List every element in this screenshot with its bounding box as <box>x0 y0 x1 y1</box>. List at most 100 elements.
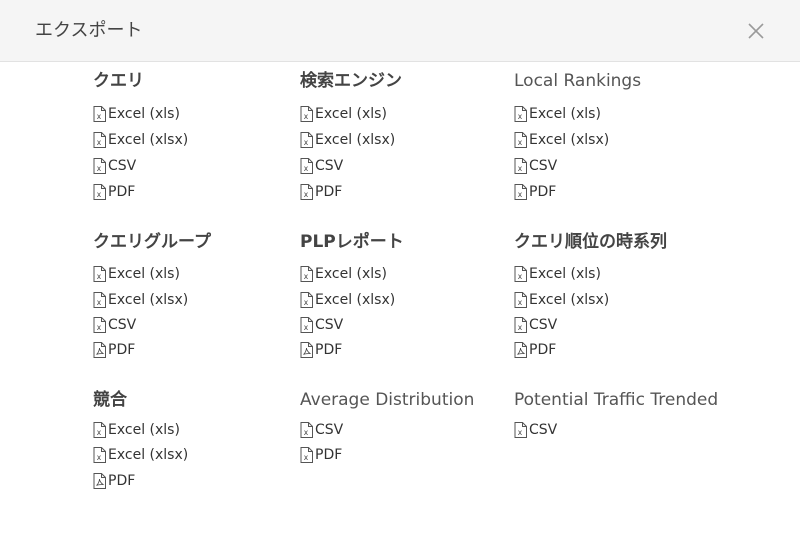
link-label: PDF <box>529 184 557 200</box>
link-csv[interactable]: x CSV <box>93 156 136 176</box>
csv-file-icon: x <box>93 158 106 174</box>
close-button[interactable] <box>744 19 768 43</box>
section-title: 検索エンジン <box>300 71 402 91</box>
link-csv[interactable]: x CSV <box>300 156 343 176</box>
excel-file-icon: x <box>93 132 106 148</box>
excel-file-icon: x <box>93 266 106 282</box>
link-excel-xlsx[interactable]: x Excel (xlsx) <box>300 130 395 150</box>
excel-file-icon: x <box>514 292 527 308</box>
link-excel-xls[interactable]: x Excel (xls) <box>93 264 180 284</box>
excel-file-icon: x <box>300 266 313 282</box>
link-excel-xlsx[interactable]: x Excel (xlsx) <box>93 445 188 465</box>
link-label: Excel (xlsx) <box>108 447 189 463</box>
csv-file-icon: x <box>514 422 527 438</box>
link-excel-xlsx[interactable]: x Excel (xlsx) <box>300 290 395 310</box>
link-label: Excel (xlsx) <box>315 132 396 148</box>
link-label: Excel (xls) <box>108 106 180 122</box>
dialog-header: エクスポート <box>0 0 800 62</box>
link-csv[interactable]: x CSV <box>514 420 557 440</box>
svg-text:x: x <box>304 428 309 437</box>
link-excel-xls[interactable]: x Excel (xls) <box>514 264 601 284</box>
link-pdf[interactable]: x PDF <box>300 445 342 465</box>
svg-text:x: x <box>97 190 102 199</box>
link-excel-xls[interactable]: x Excel (xls) <box>93 420 180 440</box>
pdf-file-icon <box>93 473 106 489</box>
link-label: Excel (xlsx) <box>315 292 396 308</box>
link-excel-xls[interactable]: x Excel (xls) <box>300 104 387 124</box>
excel-file-icon: x <box>514 266 527 282</box>
link-label: Excel (xlsx) <box>529 292 610 308</box>
section-title: PLPレポート <box>300 232 404 252</box>
link-excel-xlsx[interactable]: x Excel (xlsx) <box>514 290 609 310</box>
svg-text:x: x <box>518 138 523 147</box>
svg-text:x: x <box>97 272 102 281</box>
csv-file-icon: x <box>514 158 527 174</box>
link-csv[interactable]: x CSV <box>514 315 557 335</box>
pdf-file-icon: x <box>300 447 313 463</box>
link-pdf[interactable]: PDF <box>93 471 135 491</box>
svg-text:x: x <box>518 112 523 121</box>
svg-text:x: x <box>304 298 309 307</box>
link-label: CSV <box>529 158 558 174</box>
section-title: クエリ順位の時系列 <box>514 232 667 252</box>
pdf-file-icon: x <box>514 184 527 200</box>
link-excel-xls[interactable]: x Excel (xls) <box>93 104 180 124</box>
link-label: Excel (xls) <box>315 266 387 282</box>
link-csv[interactable]: x CSV <box>514 156 557 176</box>
svg-text:x: x <box>304 453 309 462</box>
close-icon <box>748 23 764 39</box>
svg-text:x: x <box>518 164 523 173</box>
link-pdf[interactable]: PDF <box>93 340 135 360</box>
link-label: Excel (xls) <box>529 106 601 122</box>
section-title: クエリグループ <box>93 232 211 252</box>
link-label: CSV <box>529 317 558 333</box>
link-label: Excel (xls) <box>108 422 180 438</box>
excel-file-icon: x <box>93 106 106 122</box>
link-pdf[interactable]: x PDF <box>93 182 135 202</box>
link-excel-xls[interactable]: x Excel (xls) <box>514 104 601 124</box>
section-title: Local Rankings <box>514 71 642 91</box>
csv-file-icon: x <box>93 317 106 333</box>
link-label: PDF <box>315 184 343 200</box>
link-label: PDF <box>108 184 136 200</box>
link-label: Excel (xlsx) <box>529 132 610 148</box>
link-label: Excel (xlsx) <box>108 132 189 148</box>
link-label: Excel (xlsx) <box>108 292 189 308</box>
svg-text:x: x <box>518 428 523 437</box>
link-pdf[interactable]: PDF <box>514 340 556 360</box>
excel-file-icon: x <box>514 132 527 148</box>
link-excel-xlsx[interactable]: x Excel (xlsx) <box>93 290 188 310</box>
link-label: Excel (xls) <box>529 266 601 282</box>
csv-file-icon: x <box>300 158 313 174</box>
svg-text:x: x <box>97 298 102 307</box>
svg-text:x: x <box>304 138 309 147</box>
link-pdf[interactable]: x PDF <box>300 182 342 202</box>
svg-text:x: x <box>97 164 102 173</box>
csv-file-icon: x <box>514 317 527 333</box>
link-csv[interactable]: x CSV <box>93 315 136 335</box>
section-title: Potential Traffic Trended <box>514 390 719 410</box>
link-label: Excel (xls) <box>315 106 387 122</box>
export-dialog: エクスポート クエリ x Excel (xls) x Excel (xlsx) … <box>0 0 800 533</box>
link-label: PDF <box>315 342 343 358</box>
link-excel-xlsx[interactable]: x Excel (xlsx) <box>514 130 609 150</box>
pdf-file-icon: x <box>93 184 106 200</box>
link-csv[interactable]: x CSV <box>300 315 343 335</box>
excel-file-icon: x <box>93 422 106 438</box>
excel-file-icon: x <box>300 132 313 148</box>
link-excel-xlsx[interactable]: x Excel (xlsx) <box>93 130 188 150</box>
section-title: Average Distribution <box>300 390 475 410</box>
dialog-title: エクスポート <box>35 20 143 41</box>
link-excel-xls[interactable]: x Excel (xls) <box>300 264 387 284</box>
svg-text:x: x <box>304 323 309 332</box>
link-label: Excel (xls) <box>108 266 180 282</box>
svg-text:x: x <box>97 428 102 437</box>
svg-text:x: x <box>518 323 523 332</box>
excel-file-icon: x <box>93 292 106 308</box>
link-csv[interactable]: x CSV <box>300 420 343 440</box>
link-pdf[interactable]: PDF <box>300 340 342 360</box>
link-label: CSV <box>315 158 344 174</box>
link-pdf[interactable]: x PDF <box>514 182 556 202</box>
svg-text:x: x <box>304 190 309 199</box>
pdf-file-icon <box>300 342 313 358</box>
